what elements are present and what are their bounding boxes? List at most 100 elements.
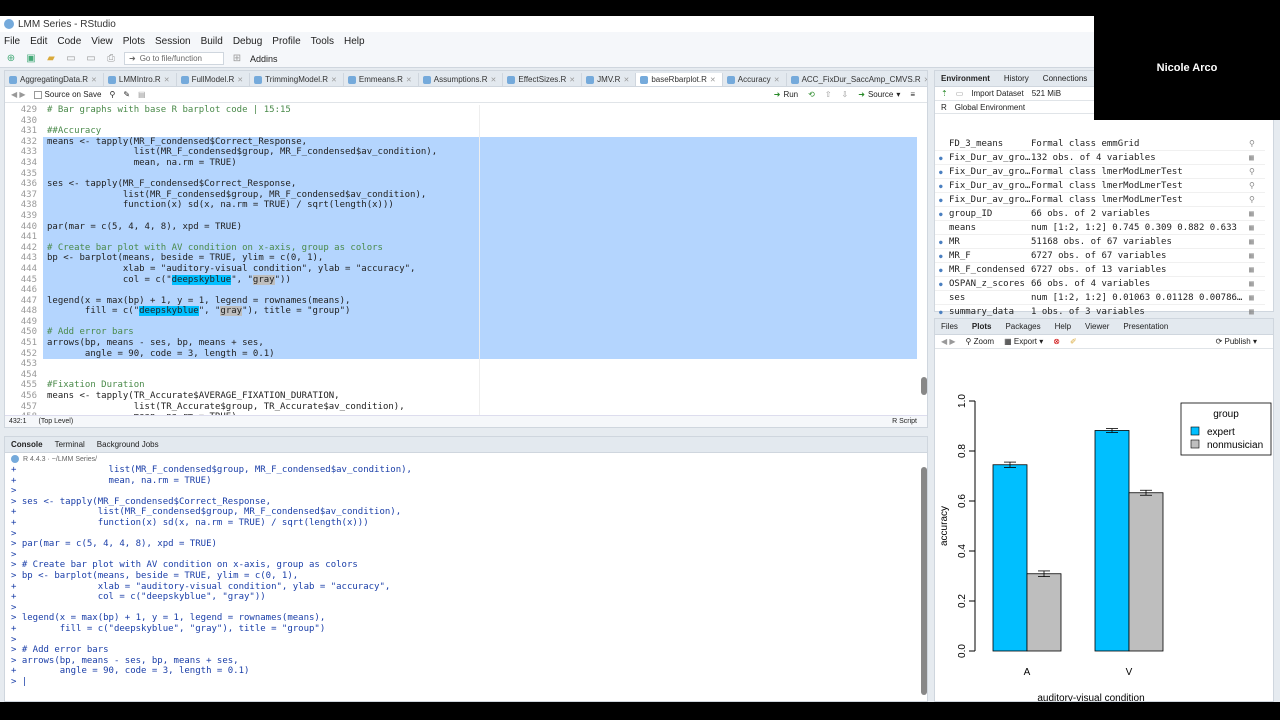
grid-icon[interactable]: ▦ <box>1249 223 1265 232</box>
console-tab-console[interactable]: Console <box>11 440 43 449</box>
file-tab[interactable]: FullModel.R ✕ <box>177 73 251 86</box>
menu-build[interactable]: Build <box>201 36 223 47</box>
menu-help[interactable]: Help <box>344 36 365 47</box>
workspace-panes-icon[interactable]: ⊞ <box>230 53 244 65</box>
console-tab-terminal[interactable]: Terminal <box>55 440 85 449</box>
wand-icon[interactable]: ✎ <box>123 90 130 99</box>
load-workspace-icon[interactable]: ⇡ <box>941 89 948 98</box>
plots-tab-help[interactable]: Help <box>1055 322 1071 331</box>
env-row[interactable]: MR51168 obs. of 67 variables ▦ <box>935 235 1265 249</box>
file-tab[interactable]: Accuracy ✕ <box>723 73 787 86</box>
close-icon[interactable]: ✕ <box>924 76 927 84</box>
env-row[interactable]: Fix_Dur_av_gro…Formal class lmerModLmerT… <box>935 179 1265 193</box>
zoom-button[interactable]: ⚲ Zoom <box>966 337 995 346</box>
menu-code[interactable]: Code <box>57 36 81 47</box>
file-tab[interactable]: AggregatingData.R ✕ <box>5 73 104 86</box>
file-tab[interactable]: EffectSizes.R ✕ <box>503 73 583 86</box>
file-type[interactable]: R Script <box>892 418 927 425</box>
compile-report-icon[interactable]: ▤ <box>138 90 146 99</box>
goto-file-input[interactable]: ➜ Go to file/function <box>124 52 224 65</box>
import-dataset-button[interactable]: Import Dataset <box>971 89 1023 98</box>
up-icon[interactable]: ⇧ <box>825 90 832 99</box>
menu-debug[interactable]: Debug <box>233 36 262 47</box>
plots-tab-presentation[interactable]: Presentation <box>1123 322 1168 331</box>
console-tab-background-jobs[interactable]: Background Jobs <box>97 440 159 449</box>
env-row[interactable]: OSPAN_z_scores66 obs. of 4 variables ▦ <box>935 277 1265 291</box>
env-tab-environment[interactable]: Environment <box>941 74 990 83</box>
search-icon[interactable]: ⚲ <box>109 90 115 99</box>
magnifier-icon[interactable]: ⚲ <box>1249 195 1265 204</box>
magnifier-icon[interactable]: ⚲ <box>1249 139 1265 148</box>
language-select[interactable]: R <box>941 103 947 112</box>
magnifier-icon[interactable]: ⚲ <box>1249 181 1265 190</box>
env-row[interactable]: FD_3_means Formal class emmGrid ⚲ <box>935 137 1265 151</box>
grid-icon[interactable]: ▦ <box>1249 209 1265 218</box>
scrollbar-thumb[interactable] <box>921 377 927 395</box>
env-tab-history[interactable]: History <box>1004 74 1029 83</box>
file-tab[interactable]: Emmeans.R ✕ <box>344 73 419 86</box>
env-row[interactable]: MR_F_condensed6727 obs. of 13 variables ▦ <box>935 263 1265 277</box>
remove-plot-icon[interactable]: ⊗ <box>1053 337 1060 346</box>
menu-plots[interactable]: Plots <box>123 36 145 47</box>
scope-indicator[interactable]: (Top Level) <box>39 418 74 425</box>
close-icon[interactable]: ✕ <box>91 76 97 84</box>
grid-icon[interactable]: ▦ <box>1249 307 1265 316</box>
env-row[interactable]: MR_F6727 obs. of 67 variables ▦ <box>935 249 1265 263</box>
grid-icon[interactable]: ▦ <box>1249 251 1265 260</box>
env-row[interactable]: Fix_Dur_av_gro…Formal class lmerModLmerT… <box>935 165 1265 179</box>
save-workspace-icon[interactable]: ▭ <box>956 89 964 98</box>
grid-icon[interactable]: ▦ <box>1249 153 1265 162</box>
scrollbar-thumb[interactable] <box>921 467 927 695</box>
menu-edit[interactable]: Edit <box>30 36 47 47</box>
addins-menu[interactable]: Addins <box>250 54 278 64</box>
grid-icon[interactable]: ▦ <box>1249 293 1265 302</box>
menu-tools[interactable]: Tools <box>311 36 334 47</box>
new-project-icon[interactable]: ▣ <box>24 53 38 65</box>
env-tab-connections[interactable]: Connections <box>1043 74 1087 83</box>
file-tab[interactable]: JMV.R ✕ <box>582 73 637 86</box>
env-row[interactable]: means num [1:2, 1:2] 0.745 0.309 0.882 0.… <box>935 221 1265 235</box>
plots-tab-viewer[interactable]: Viewer <box>1085 322 1109 331</box>
plots-tab-files[interactable]: Files <box>941 322 958 331</box>
grid-icon[interactable]: ▦ <box>1249 265 1265 274</box>
source-button[interactable]: ➜ Source ▾ <box>858 90 900 99</box>
source-on-save-checkbox[interactable]: Source on Save <box>33 90 101 99</box>
save-all-icon[interactable]: ▭ <box>84 53 98 65</box>
file-tab[interactable]: ACC_FixDur_SaccAmp_CMVS.R✕ <box>787 73 927 86</box>
close-icon[interactable]: ✕ <box>491 76 497 84</box>
plots-tab-packages[interactable]: Packages <box>1005 322 1040 331</box>
code-editor[interactable]: 429 # Bar graphs with base R barplot code… <box>5 105 923 415</box>
save-icon[interactable]: ▭ <box>64 53 78 65</box>
plots-tab-plots[interactable]: Plots <box>972 322 992 331</box>
grid-icon[interactable]: ▦ <box>1249 237 1265 246</box>
close-icon[interactable]: ✕ <box>164 76 170 84</box>
console-scrollbar[interactable] <box>921 465 927 701</box>
editor-scrollbar[interactable] <box>921 105 927 415</box>
prev-plot-icon[interactable]: ◀ ▶ <box>941 337 956 346</box>
open-file-icon[interactable]: ▰ <box>44 53 58 65</box>
down-icon[interactable]: ⇩ <box>842 90 849 99</box>
env-row[interactable]: ses num [1:2, 1:2] 0.01063 0.01128 0.0078… <box>935 291 1265 305</box>
new-file-icon[interactable]: ⊕ <box>4 53 18 65</box>
memory-usage[interactable]: 521 MiB <box>1032 89 1061 98</box>
close-icon[interactable]: ✕ <box>569 76 575 84</box>
outline-icon[interactable]: ≡ <box>910 90 915 99</box>
menu-session[interactable]: Session <box>155 36 191 47</box>
scope-select[interactable]: Global Environment <box>955 103 1025 112</box>
close-icon[interactable]: ✕ <box>237 76 243 84</box>
close-icon[interactable]: ✕ <box>710 76 716 84</box>
file-tab[interactable]: TrimmingModel.R ✕ <box>250 73 344 86</box>
menu-file[interactable]: File <box>4 36 20 47</box>
magnifier-icon[interactable]: ⚲ <box>1249 167 1265 176</box>
publish-button[interactable]: ⟳ Publish ▾ <box>1216 337 1273 346</box>
clear-plots-icon[interactable]: ✐ <box>1070 337 1077 346</box>
env-row[interactable]: Fix_Dur_av_gro…Formal class lmerModLmerT… <box>935 193 1265 207</box>
env-row[interactable]: summary_data1 obs. of 3 variables ▦ <box>935 305 1265 319</box>
close-icon[interactable]: ✕ <box>331 76 337 84</box>
close-icon[interactable]: ✕ <box>623 76 629 84</box>
rerun-icon[interactable]: ⟲ <box>808 90 815 99</box>
print-icon[interactable]: ⎙ <box>104 53 118 65</box>
file-tab[interactable]: Assumptions.R ✕ <box>419 73 504 86</box>
console-output[interactable]: + list(MR_F_condensed$group, MR_F_conden… <box>5 465 921 701</box>
file-tab[interactable]: LMMIntro.R ✕ <box>104 73 177 86</box>
